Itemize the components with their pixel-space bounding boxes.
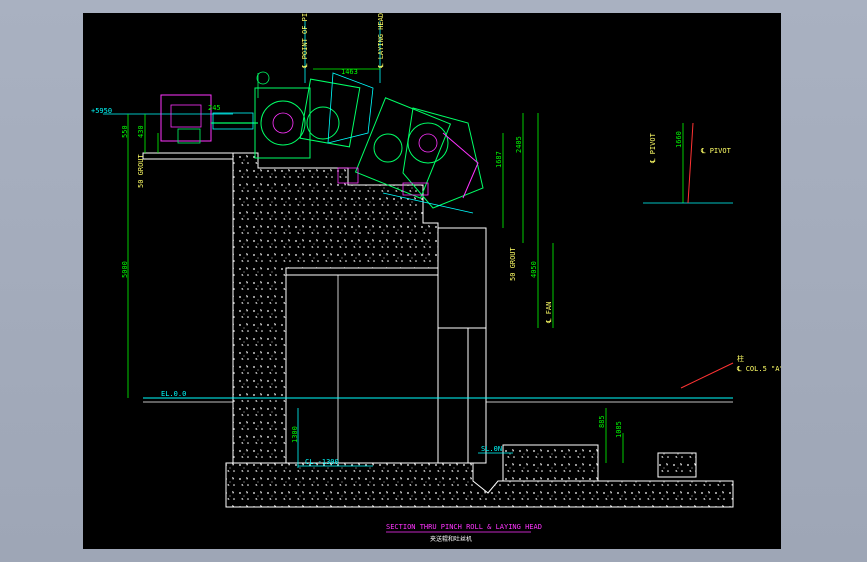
side-pier xyxy=(437,227,487,329)
cl-bottom-label: CL.-1300 xyxy=(305,458,339,466)
right-pedestal xyxy=(502,444,599,482)
pit-opening xyxy=(285,274,439,464)
sl-label: SL.0N xyxy=(481,445,502,453)
dim-5000-label: 5000 xyxy=(121,261,129,278)
column-note-cn: 柱 xyxy=(737,354,744,363)
pinch-roll-drive xyxy=(160,94,212,142)
dim-245-label: 245 xyxy=(208,104,221,112)
dim-885-label: 885 xyxy=(598,415,606,428)
pinch-roll-housing xyxy=(254,87,311,159)
fan-label: ℄ FAN xyxy=(545,302,553,324)
top-elevation-label: +5950 xyxy=(91,107,112,115)
dim-2405-label: 2405 xyxy=(515,136,523,153)
offset-dim-label: 1463 xyxy=(341,68,358,76)
pivot-label-b: ℄ PIVOT xyxy=(700,147,732,155)
cad-drawing: ℄ POINT OF PINCH ROLL ℄ LAYING HEAD 1463… xyxy=(91,13,781,543)
laying-head-label: ℄ LAYING HEAD xyxy=(377,13,385,69)
left-top-pedestal xyxy=(142,152,234,160)
dim-550-label: 550 xyxy=(121,125,129,138)
column-note-label: ℄ COL.5 "A" xyxy=(736,365,781,373)
right-grout-label: 50 GROUT xyxy=(509,246,517,281)
el-zero-label: EL.0.0 xyxy=(161,390,186,398)
dim-4050-label: 4050 xyxy=(530,261,538,278)
drawing-canvas[interactable]: ℄ POINT OF PINCH ROLL ℄ LAYING HEAD 1463… xyxy=(83,13,781,549)
pivot-label-a: ℄ PIVOT xyxy=(649,132,657,164)
column-leader xyxy=(680,362,734,389)
dim-1300-label: 1300 xyxy=(291,426,299,443)
pivot-dim-label: 1660 xyxy=(675,131,683,148)
drawing-subtitle: 夹送辊和吐丝机 xyxy=(430,535,472,543)
far-right-pedestal xyxy=(657,452,697,478)
foundation-base-slab xyxy=(225,462,734,508)
dim-1085-label: 1085 xyxy=(615,421,623,438)
drawing-title: SECTION THRU PINCH ROLL & LAYING HEAD xyxy=(386,523,542,531)
point-of-pinch-roll-label: ℄ POINT OF PINCH ROLL xyxy=(301,13,309,69)
side-pier-lower xyxy=(467,327,487,464)
dim-430-label: 430 xyxy=(137,125,145,138)
left-grout-label: 50 GROUT xyxy=(137,153,145,188)
dim-1687-label: 1687 xyxy=(495,151,503,168)
